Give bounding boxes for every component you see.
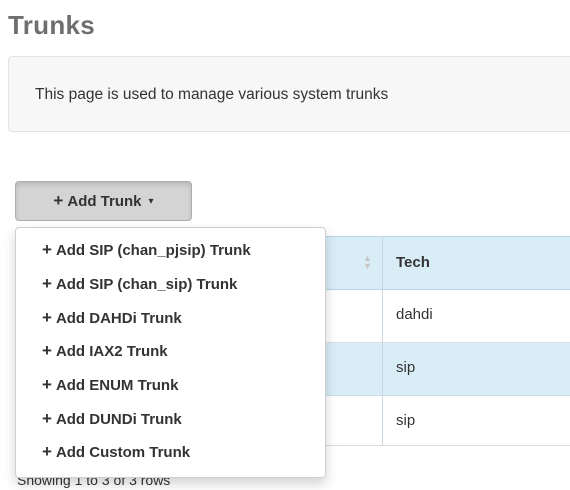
caret-down-icon: ▾	[148, 195, 154, 207]
menu-item-label: Add IAX2 Trunk	[55, 343, 168, 361]
column-divider	[382, 396, 383, 445]
add-trunk-button[interactable]: + Add Trunk ▾	[15, 181, 192, 221]
info-panel: This page is used to manage various syst…	[8, 56, 570, 132]
menu-item-add-sip-chan-sip-trunk[interactable]: + Add SIP (chan_sip) Trunk	[16, 268, 325, 302]
menu-item-label: Add DAHDi Trunk	[55, 309, 182, 327]
menu-item-label: Add ENUM Trunk	[55, 377, 179, 395]
column-divider	[382, 343, 383, 395]
plus-icon: +	[42, 307, 52, 327]
plus-icon: +	[42, 375, 52, 395]
sort-icon[interactable]: ▲ ▼	[363, 254, 372, 271]
menu-item-add-dahdi-trunk[interactable]: + Add DAHDi Trunk	[16, 301, 325, 335]
menu-item-label: Add DUNDi Trunk	[55, 410, 182, 428]
menu-item-label: Add SIP (chan_sip) Trunk	[55, 276, 238, 294]
page-title: Trunks	[8, 10, 96, 40]
cell-tech: sip	[396, 359, 416, 376]
page-description: This page is used to manage various syst…	[35, 86, 389, 103]
plus-icon: +	[42, 274, 52, 294]
menu-item-label: Add Custom Trunk	[55, 444, 191, 462]
plus-icon: +	[42, 341, 52, 361]
cell-tech: sip	[396, 412, 416, 429]
menu-item-add-iax2-trunk[interactable]: + Add IAX2 Trunk	[16, 335, 325, 369]
plus-icon: +	[42, 442, 52, 462]
menu-item-add-enum-trunk[interactable]: + Add ENUM Trunk	[16, 369, 325, 403]
menu-item-label: Add SIP (chan_pjsip) Trunk	[55, 242, 251, 260]
plus-icon: +	[42, 240, 52, 260]
plus-icon: +	[53, 190, 64, 210]
column-divider	[382, 237, 383, 289]
menu-item-add-custom-trunk[interactable]: + Add Custom Trunk	[16, 436, 325, 470]
menu-item-add-dundi-trunk[interactable]: + Add DUNDi Trunk	[16, 402, 325, 436]
cell-tech: dahdi	[396, 306, 433, 323]
add-trunk-dropdown-menu: + Add SIP (chan_pjsip) Trunk + Add SIP (…	[15, 227, 326, 478]
add-trunk-label: Add Trunk	[67, 192, 142, 210]
column-header-tech[interactable]: Tech	[396, 254, 430, 271]
menu-item-add-sip-pjsip-trunk[interactable]: + Add SIP (chan_pjsip) Trunk	[16, 234, 325, 268]
column-divider	[382, 290, 383, 342]
plus-icon: +	[42, 408, 52, 428]
